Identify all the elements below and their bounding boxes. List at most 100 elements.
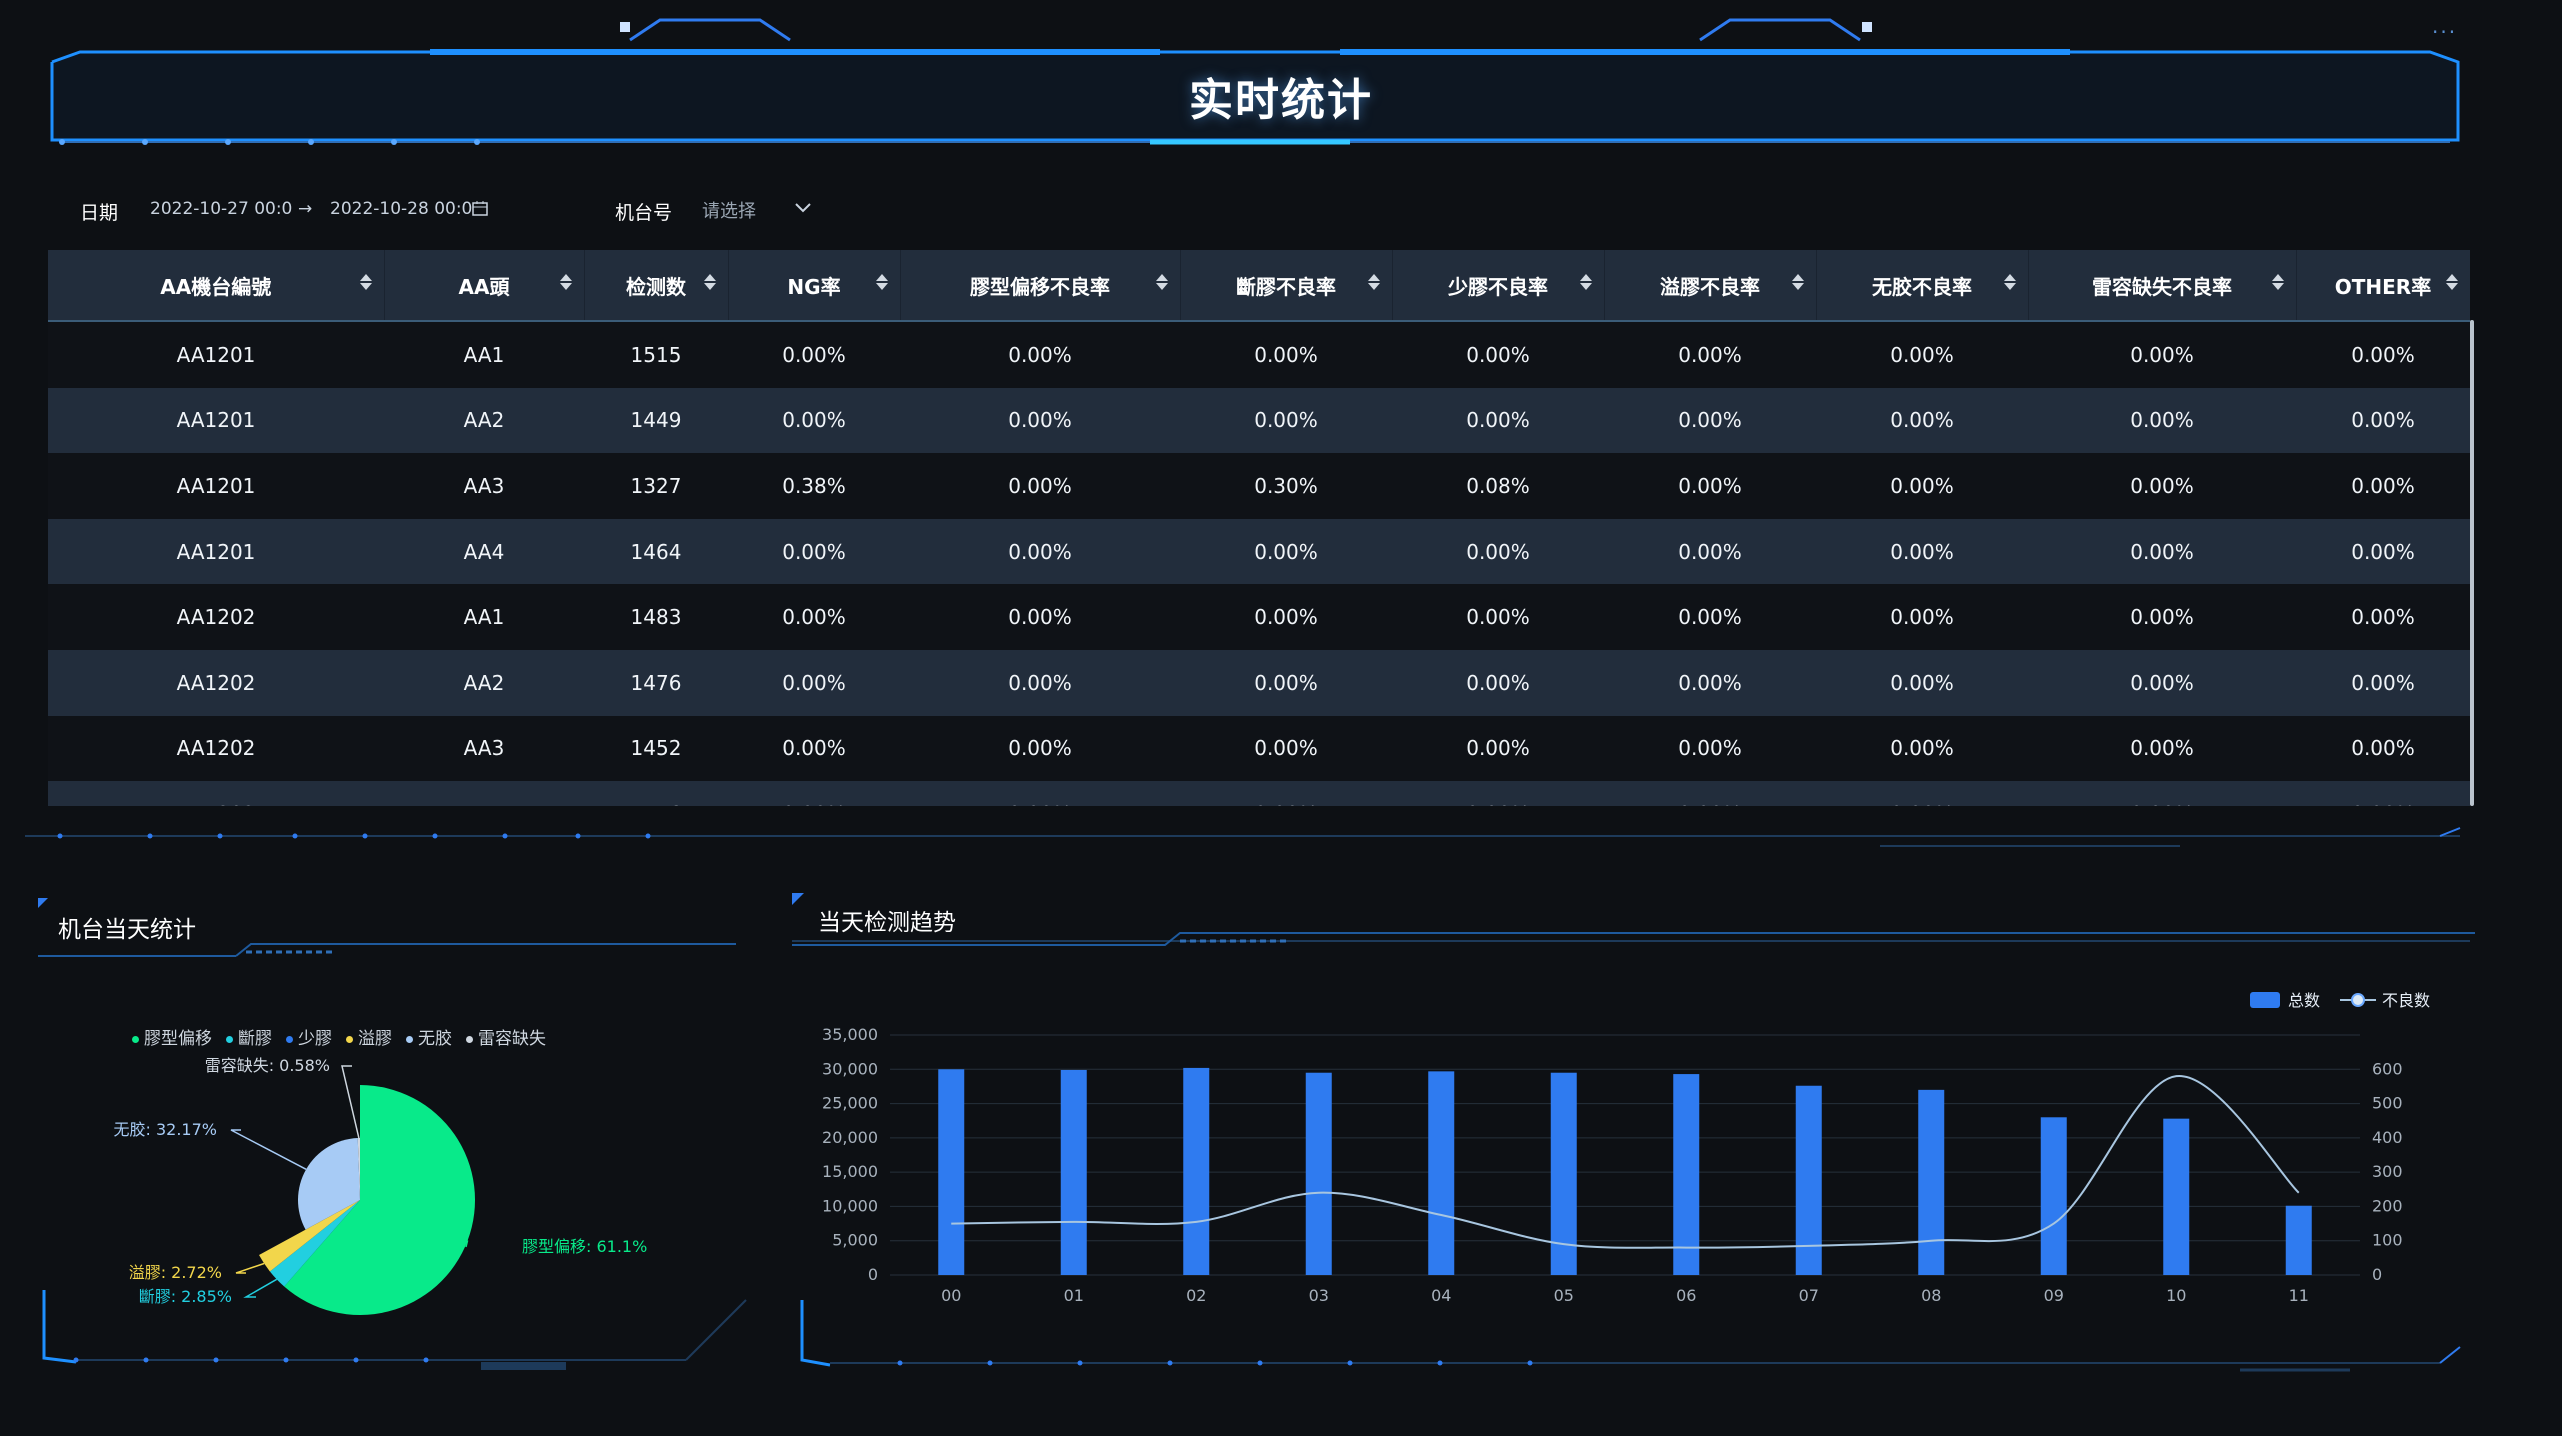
column-header-label: NG率 — [787, 274, 841, 299]
column-header[interactable]: 雷容缺失不良率 — [2028, 250, 2297, 322]
legend-label[interactable]: 不良数 — [2382, 991, 2430, 1010]
bar[interactable] — [2285, 1205, 2312, 1275]
column-header[interactable]: 斷膠不良率 — [1180, 250, 1393, 322]
machine-label: 机台号 — [615, 202, 673, 224]
date-end-value[interactable]: 2022-10-28 00:0 — [330, 199, 472, 219]
table-row[interactable]: AA1201 AA4 1464 0.00% 0.00% 0.00% 0.00% 0.00% 0.… — [48, 518, 2470, 585]
table-row[interactable]: AA1201 AA3 1327 0.38% 0.00% 0.30% 0.08% 0.00% 0.… — [48, 453, 2470, 519]
pie-slice-label: 斷膠: 2.85% — [139, 1287, 232, 1306]
table-cell: 1476 — [584, 649, 728, 716]
date-label: 日期 — [80, 202, 119, 224]
sort-icon[interactable] — [2271, 272, 2284, 296]
table-cell: 0.00% — [728, 584, 900, 650]
table-cell: 0.00% — [1604, 715, 1816, 782]
bar[interactable] — [938, 1069, 965, 1275]
table-row[interactable]: AA1202 AA2 1476 0.00% 0.00% 0.00% 0.00% 0.00% 0.… — [48, 649, 2470, 716]
table-row[interactable]: AA1201 AA2 1449 0.00% 0.00% 0.00% 0.00% 0.00% 0.… — [48, 387, 2470, 454]
bar[interactable] — [1305, 1072, 1332, 1275]
table-cell: 0.00% — [1604, 453, 1816, 519]
table-cell: 0.00% — [2296, 715, 2470, 782]
column-header[interactable]: 检测数 — [584, 250, 729, 322]
table-row[interactable]: AA1202AA414560.00%0.00%0.00%0.00%0.00%0.… — [48, 781, 2470, 806]
sort-icon[interactable] — [2003, 272, 2016, 296]
x-axis-tick-label: 03 — [1309, 1286, 1329, 1305]
table-cell: AA3 — [384, 453, 584, 519]
table-cell: 0.00% — [1180, 649, 1392, 716]
column-header-label: 雷容缺失不良率 — [2092, 274, 2232, 299]
table-cell: 0.00% — [900, 518, 1180, 585]
sort-icon[interactable] — [1155, 272, 1168, 296]
table-cell: 1449 — [584, 387, 728, 454]
column-header-label: 无胶不良率 — [1872, 274, 1972, 299]
y-right-axis-tick-label: 400 — [2372, 1128, 2403, 1147]
table-cell: AA1 — [384, 584, 584, 650]
table-cell: 0.00% — [1816, 649, 2028, 716]
column-header[interactable]: 少膠不良率 — [1392, 250, 1605, 322]
table-cell: 0.00% — [728, 649, 900, 716]
column-header-label: OTHER率 — [2334, 274, 2432, 299]
bar[interactable] — [1428, 1071, 1455, 1275]
column-header[interactable]: 溢膠不良率 — [1604, 250, 1817, 322]
table-cell: 0.00% — [728, 781, 900, 806]
bar[interactable] — [2040, 1117, 2067, 1275]
table-cell: AA1202 — [48, 781, 384, 806]
table-cell: 0.00% — [2028, 781, 2296, 806]
table-cell: 0.00% — [1604, 584, 1816, 650]
sort-icon[interactable] — [2445, 272, 2458, 296]
table-row[interactable]: AA1202 AA3 1452 0.00% 0.00% 0.00% 0.00% 0.00% 0.… — [48, 715, 2470, 782]
machine-select[interactable]: 请选择 — [702, 194, 822, 224]
x-axis-tick-label: 05 — [1554, 1286, 1574, 1305]
table-cell: 0.00% — [900, 781, 1180, 806]
table-row[interactable]: AA1202 AA1 1483 0.00% 0.00% 0.00% 0.00% 0.00% 0.… — [48, 584, 2470, 650]
y-axis-tick-label: 15,000 — [822, 1162, 878, 1181]
column-header[interactable]: NG率 — [728, 250, 901, 322]
chevron-down-icon[interactable] — [794, 200, 812, 214]
pie-panel-title: 机台当天统计 — [58, 917, 196, 943]
sort-icon[interactable] — [559, 272, 572, 296]
column-header[interactable]: 无胶不良率 — [1816, 250, 2029, 322]
table-cell: 0.00% — [1392, 387, 1604, 454]
y-axis-tick-label: 35,000 — [822, 1025, 878, 1044]
column-header[interactable]: AA頭 — [384, 250, 585, 322]
table-cell: 0.00% — [2028, 453, 2296, 519]
sort-icon[interactable] — [1579, 272, 1592, 296]
date-start-value[interactable]: 2022-10-27 00:0 — [150, 199, 292, 219]
sort-icon[interactable] — [1367, 272, 1380, 296]
table-cell: 0.00% — [1180, 584, 1392, 650]
column-header-label: 溢膠不良率 — [1660, 274, 1760, 299]
table-cell: AA3 — [384, 715, 584, 782]
sort-icon[interactable] — [703, 272, 716, 296]
more-menu-icon[interactable]: ··· — [2432, 20, 2457, 44]
sort-icon[interactable] — [1791, 272, 1804, 296]
series-line[interactable] — [951, 1075, 2300, 1249]
calendar-icon[interactable] — [472, 200, 488, 216]
bar[interactable] — [1673, 1074, 1700, 1275]
bar[interactable] — [1060, 1069, 1087, 1275]
table-cell: 0.00% — [1816, 387, 2028, 454]
sort-icon[interactable] — [359, 272, 372, 296]
table-cell: 0.00% — [1604, 321, 1816, 388]
table-scrollbar[interactable] — [2470, 320, 2474, 806]
table-row[interactable]: AA1201 AA1 1515 0.00% 0.00% 0.00% 0.00% 0.00% 0.… — [48, 321, 2470, 388]
table-cell: 0.00% — [2296, 584, 2470, 650]
table-cell: AA2 — [384, 387, 584, 454]
x-axis-tick-label: 09 — [2044, 1286, 2064, 1305]
legend-label[interactable]: 总数 — [2288, 991, 2320, 1010]
table-cell: 0.00% — [2296, 387, 2470, 454]
x-axis-tick-label: 06 — [1676, 1286, 1696, 1305]
table-cell: 0.00% — [728, 715, 900, 782]
bar[interactable] — [1183, 1067, 1210, 1275]
pie-slice-label: 无胶: 32.17% — [114, 1120, 218, 1139]
bar[interactable] — [2163, 1118, 2190, 1275]
column-header[interactable]: 膠型偏移不良率 — [900, 250, 1181, 322]
column-header[interactable]: AA機台編號 — [48, 250, 385, 322]
table-cell: 0.00% — [2028, 584, 2296, 650]
table-cell: 0.00% — [1392, 781, 1604, 806]
sort-icon[interactable] — [875, 272, 888, 296]
table-cell: AA1201 — [48, 518, 384, 585]
table-cell: 0.00% — [900, 715, 1180, 782]
column-header[interactable]: OTHER率 — [2296, 250, 2470, 322]
x-axis-tick-label: 07 — [1799, 1286, 1819, 1305]
bar[interactable] — [1918, 1089, 1945, 1275]
date-range-picker[interactable]: 2022-10-27 00:0 → 2022-10-28 00:0 — [150, 196, 500, 224]
